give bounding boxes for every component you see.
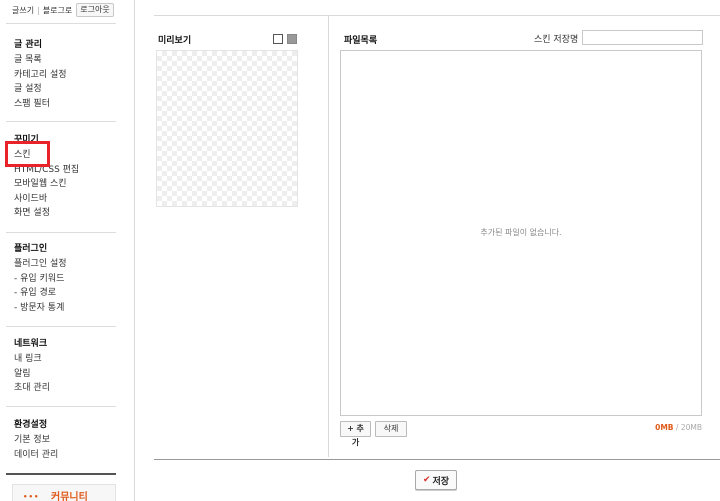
section-preferences: 환경설정 기본 정보 데이터 관리 — [14, 418, 58, 462]
sidebar-item-my-links[interactable]: 내 링크 — [14, 352, 50, 367]
section-title: 플러그인 — [14, 244, 48, 254]
storage-usage: 0MB / 20MB — [655, 423, 702, 432]
section-title: 글 관리 — [14, 40, 42, 50]
bottom-divider — [154, 459, 720, 460]
divider — [6, 326, 116, 327]
sidebar-item-visitor-stats[interactable]: - 방문자 통계 — [14, 301, 67, 316]
sidebar-item-post-settings[interactable]: 글 설정 — [14, 82, 67, 97]
gray-background-toggle[interactable] — [287, 34, 297, 44]
save-button-label: 저장 — [432, 476, 450, 487]
skin-name-label: 스킨 저장명 — [534, 35, 579, 45]
vertical-divider — [328, 16, 329, 457]
check-icon: ✔ — [422, 475, 431, 485]
sidebar-item-post-list[interactable]: 글 목록 — [14, 53, 67, 68]
sidebar-item-sidebar[interactable]: 사이드바 — [14, 192, 79, 207]
separator: | — [37, 5, 40, 15]
storage-total: 20MB — [680, 423, 702, 432]
add-file-button[interactable]: + 추가 — [340, 421, 371, 447]
preview-label: 미리보기 — [158, 36, 192, 46]
community-label: 커뮤니티 — [51, 492, 88, 501]
sidebar-item-data-management[interactable]: 데이터 관리 — [14, 448, 58, 463]
storage-used: 0MB — [655, 423, 674, 432]
sidebar-item-notifications[interactable]: 알림 — [14, 367, 50, 382]
section-plugins: 플러그인 플러그인 설정 - 유입 키워드 - 유입 경로 - 방문자 통계 — [14, 242, 67, 315]
sidebar-item-screen-settings[interactable]: 화면 설정 — [14, 206, 79, 221]
community-dots-icon: ••• — [23, 493, 40, 501]
sidebar-item-basic-info[interactable]: 기본 정보 — [14, 433, 58, 448]
sidebar-item-inflow-keywords[interactable]: - 유입 키워드 — [14, 272, 67, 287]
sidebar: 글쓰기 | 블로그로 로그아웃 글 관리 글 목록 카테고리 설정 글 설정 스… — [0, 0, 135, 501]
divider — [6, 232, 116, 233]
blog-link[interactable]: 블로그로 — [43, 5, 72, 16]
section-post-management: 글 관리 글 목록 카테고리 설정 글 설정 스팸 필터 — [14, 38, 67, 111]
sidebar-item-plugin-settings[interactable]: 플러그인 설정 — [14, 257, 67, 272]
top-links: 글쓰기 | 블로그로 로그아웃 — [12, 3, 114, 17]
save-button[interactable]: ✔ 저장 — [415, 470, 457, 490]
main-content: 미리보기 파일목록 스킨 저장명 추가된 파일이 없습니다. + 추가 삭제 0… — [136, 0, 720, 501]
storage-separator: / — [673, 423, 681, 432]
file-list-label: 파일목록 — [344, 36, 378, 46]
sidebar-item-mobile-skin[interactable]: 모바일웹 스킨 — [14, 177, 79, 192]
write-link[interactable]: 글쓰기 — [12, 5, 34, 16]
sidebar-item-spam-filter[interactable]: 스팸 필터 — [14, 97, 67, 112]
delete-file-button[interactable]: 삭제 — [375, 421, 407, 437]
divider — [6, 23, 116, 24]
divider — [6, 473, 116, 475]
section-title: 환경설정 — [14, 420, 48, 430]
sidebar-item-category-settings[interactable]: 카테고리 설정 — [14, 68, 67, 83]
community-banner[interactable]: ••• 커뮤니티 — [12, 484, 116, 501]
divider — [6, 121, 116, 122]
sidebar-item-inflow-paths[interactable]: - 유입 경로 — [14, 286, 67, 301]
white-background-toggle[interactable] — [273, 34, 283, 44]
logout-button[interactable]: 로그아웃 — [76, 3, 114, 17]
skin-name-input[interactable] — [582, 30, 703, 45]
empty-file-message: 추가된 파일이 없습니다. — [480, 228, 562, 237]
section-title: 네트워크 — [14, 339, 48, 349]
divider — [6, 406, 116, 407]
section-network: 네트워크 내 링크 알림 초대 관리 — [14, 337, 50, 396]
skin-highlight-box — [5, 141, 50, 167]
sidebar-item-invite-management[interactable]: 초대 관리 — [14, 381, 50, 396]
file-list-box[interactable]: 추가된 파일이 없습니다. — [340, 50, 702, 416]
skin-preview-area — [156, 50, 298, 207]
top-strip — [154, 0, 720, 16]
